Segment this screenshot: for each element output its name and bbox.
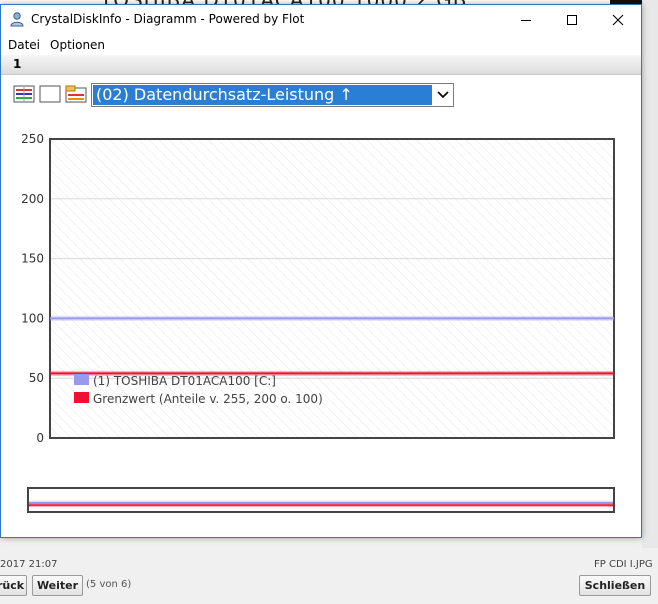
chevron-down-icon[interactable] [434, 87, 452, 103]
legend-label-1: Grenzwert (Anteile v. 255, 200 o. 100) [93, 392, 323, 406]
toolbar: (02) Datendurchsatz-Leistung ↑ [1, 75, 641, 111]
legend-swatch-0 [74, 374, 89, 385]
viewer-footer: 2017 21:07 FP CDI I.JPG rück Weiter (5 v… [0, 548, 658, 604]
background-right-strip [642, 0, 658, 548]
diagram-window: CrystalDiskInfo - Diagramm - Powered by … [0, 4, 642, 538]
maximize-button[interactable] [549, 5, 595, 35]
window-title: CrystalDiskInfo - Diagramm - Powered by … [31, 12, 305, 26]
footer-filename: FP CDI I.JPG [594, 559, 653, 570]
menu-datei[interactable]: Datei [8, 38, 40, 52]
menu-optionen[interactable]: Optionen [50, 38, 105, 52]
attribute-select-value: (02) Datendurchsatz-Leistung ↑ [93, 85, 432, 105]
y-tick-label-4: 200 [21, 192, 44, 206]
title-bar[interactable]: CrystalDiskInfo - Diagramm - Powered by … [1, 5, 641, 35]
footer-date: 2017 21:07 [0, 559, 58, 570]
throughput-chart: 0 50 100 150 200 250 (1) TOSHIBA DT01ACA100 [… [21, 132, 615, 445]
overview-chart [27, 487, 615, 513]
blank-chart-icon[interactable] [39, 85, 61, 103]
y-tick-label-2: 100 [21, 311, 44, 325]
legend-swatch-1 [74, 392, 89, 403]
minimize-button[interactable] [503, 5, 549, 35]
close-button[interactable] [595, 5, 641, 35]
back-button[interactable]: rück [0, 575, 27, 596]
multi-chart-icon[interactable] [13, 85, 35, 103]
tab-disk-1[interactable]: 1 [13, 57, 21, 71]
y-tick-label-3: 150 [21, 252, 44, 266]
legend-label-0: (1) TOSHIBA DT01ACA100 [C:] [93, 374, 276, 388]
overview-frame [27, 487, 615, 513]
minimize-icon [521, 20, 531, 21]
close-icon [612, 14, 624, 26]
y-tick-label-1: 50 [29, 371, 44, 385]
menu-bar: Datei Optionen [1, 35, 641, 55]
next-button[interactable]: Weiter [32, 575, 83, 596]
tab-bar: 1 [1, 55, 641, 75]
pager-text: (5 von 6) [86, 579, 132, 590]
y-tick-label-5: 250 [21, 132, 44, 146]
attribute-select[interactable]: (02) Datendurchsatz-Leistung ↑ [91, 83, 454, 107]
close-viewer-button[interactable]: Schließen [579, 575, 651, 596]
y-tick-label-0: 0 [36, 431, 44, 445]
maximize-icon [567, 15, 577, 25]
color-chart-icon[interactable] [65, 85, 87, 103]
user-disk-icon [10, 12, 24, 27]
